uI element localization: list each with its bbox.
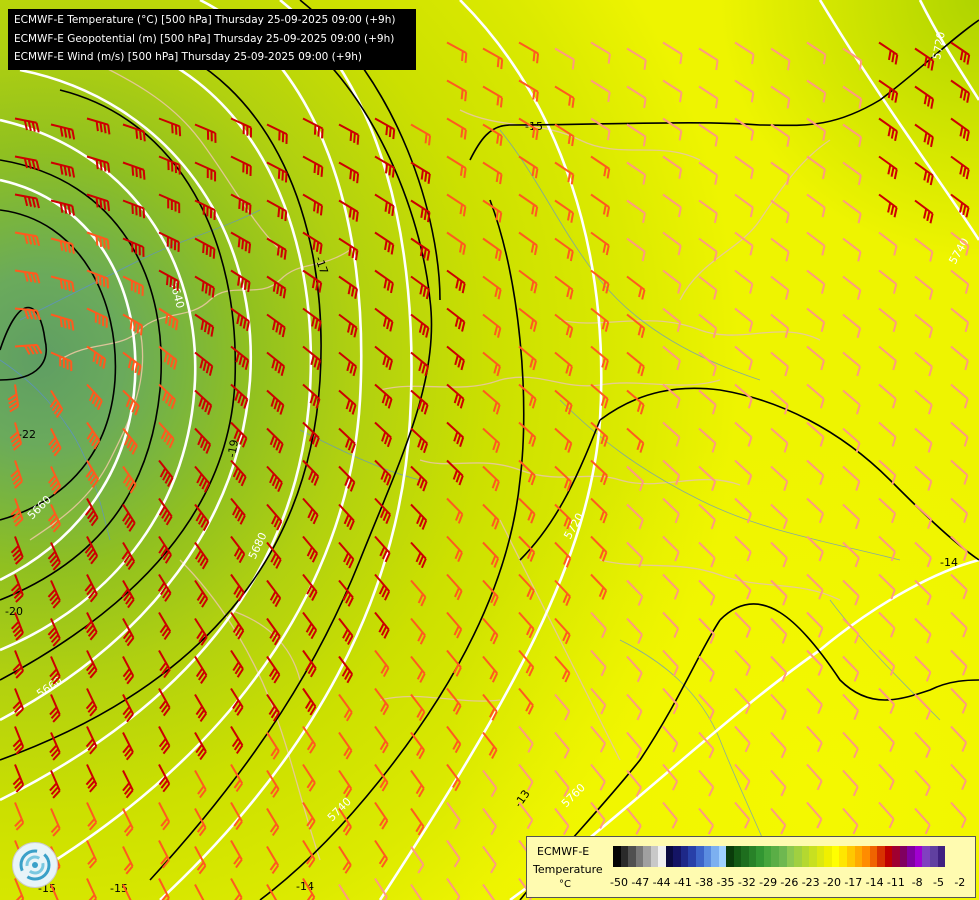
- legend-tick: -35: [716, 876, 735, 889]
- temperature-info-line: ECMWF-E Temperature (°C) [500 hPa] Thurs…: [14, 14, 396, 26]
- legend-tick: -50: [610, 876, 628, 889]
- map-info-box: ECMWF-E Temperature (°C) [500 hPa] Thurs…: [8, 9, 416, 70]
- legend-swatch: [748, 846, 757, 867]
- legend-swatch: [718, 846, 727, 867]
- wind-info-line: ECMWF-E Wind (m/s) [500 hPa] Thursday 25…: [14, 51, 363, 63]
- legend-swatch: [899, 846, 908, 867]
- legend-swatch: [733, 846, 742, 867]
- ecmwf-swirl-icon: [12, 842, 58, 888]
- legend-swatch: [658, 846, 666, 867]
- legend-swatch: [937, 846, 946, 867]
- legend-unit: °C: [559, 879, 571, 890]
- legend-tick: -5: [933, 876, 944, 889]
- legend-swatch: [696, 846, 704, 867]
- legend-swatch: [801, 846, 810, 867]
- legend-swatch: [862, 846, 870, 867]
- legend-swatch: [877, 846, 885, 867]
- legend-tick: -29: [759, 876, 778, 889]
- legend-swatch: [794, 846, 802, 867]
- legend-tick: -8: [911, 876, 923, 889]
- legend-tick: -38: [695, 876, 714, 889]
- legend-tick: -2: [954, 876, 966, 889]
- legend-swatch: [922, 846, 930, 867]
- legend-tick-labels: -50 -47 -44 -41 -38 -35 -32 -29 -26 -23 -20 -17 -14-…: [607, 876, 972, 892]
- temperature-legend: ECMWF-E Temperature °C -50 -47 -44 -41 -38 -3…: [526, 836, 976, 898]
- legend-swatch: [628, 846, 636, 867]
- legend-swatch: [907, 846, 915, 867]
- legend-swatch: [703, 846, 712, 867]
- legend-swatch: [809, 846, 817, 867]
- legend-tick: -44: [652, 876, 671, 889]
- legend-swatch: [756, 846, 764, 867]
- legend-swatch: [613, 846, 621, 867]
- legend-swatch: [914, 846, 923, 867]
- legend-swatch: [816, 846, 825, 867]
- legend-tick: -41: [673, 876, 692, 889]
- legend-tick: -20: [823, 876, 841, 889]
- legend-swatch: [635, 846, 644, 867]
- legend-swatch: [741, 846, 749, 867]
- legend-source: ECMWF-E: [537, 845, 590, 858]
- legend-swatch: [665, 846, 674, 867]
- legend-swatch: [650, 846, 659, 867]
- legend-swatch: [831, 846, 840, 867]
- geopotential-info-line: ECMWF-E Geopotential (m) [500 hPa] Thurs…: [14, 32, 395, 45]
- legend-swatch: [763, 846, 772, 867]
- legend-swatch: [892, 846, 900, 867]
- legend-swatch: [824, 846, 832, 867]
- legend-swatch: [771, 846, 780, 867]
- label-m20: -20: [5, 605, 23, 618]
- legend-tick: -26: [780, 876, 799, 889]
- legend-swatch: [643, 846, 651, 867]
- legend-swatch: [839, 846, 847, 867]
- label-m14: -14: [940, 556, 958, 569]
- legend-swatch: [929, 846, 938, 867]
- legend-swatch: [846, 846, 855, 867]
- legend-tick: -11: [886, 876, 905, 889]
- legend-swatch: [620, 846, 629, 867]
- legend-swatch: [869, 846, 878, 867]
- legend-swatch: [786, 846, 795, 867]
- legend-tick: -17: [844, 876, 863, 889]
- legend-swatch: [673, 846, 681, 867]
- legend-swatch: [711, 846, 719, 867]
- map-canvas: 5640 5660 5680 5660 5720 5740 5760 5720 …: [0, 0, 979, 900]
- legend-swatch: [854, 846, 863, 867]
- legend-tick: -14: [865, 876, 884, 889]
- legend-swatch: [688, 846, 697, 867]
- legend-tick: -47: [631, 876, 650, 889]
- legend-swatch: [680, 846, 689, 867]
- legend-tick: -32: [737, 876, 756, 889]
- legend-color-scale: [613, 846, 946, 867]
- legend-tick: -23: [801, 876, 820, 889]
- legend-variable: Temperature: [533, 863, 603, 876]
- weather-map[interactable]: 5640 5660 5680 5660 5720 5740 5760 5720 …: [0, 0, 979, 900]
- legend-swatch: [726, 846, 734, 867]
- legend-swatch: [884, 846, 893, 867]
- legend-swatch: [779, 846, 787, 867]
